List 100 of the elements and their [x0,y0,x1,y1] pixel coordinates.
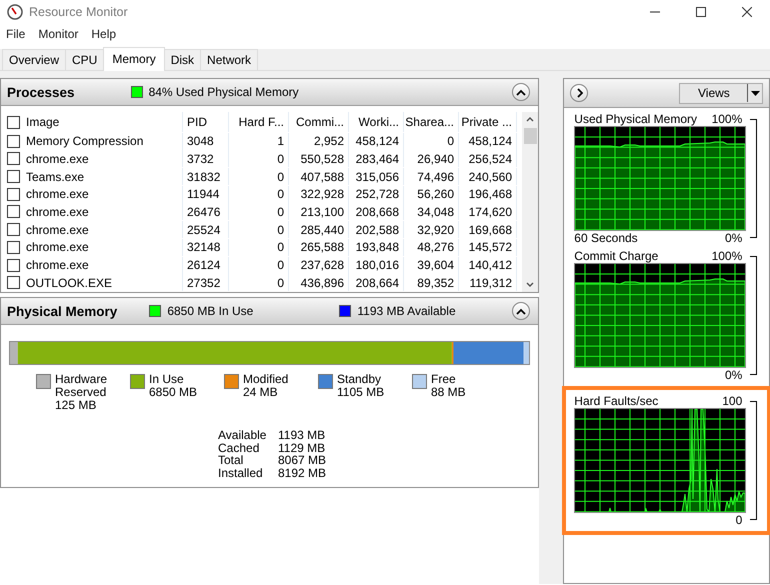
legend-amount: 24 MB [243,386,278,399]
legend-amount: 1105 MB [337,386,384,399]
status-text: 1193 MB Available [357,304,456,318]
table-cell: 0 [229,256,289,274]
table-cell: 407,588 [289,168,349,186]
row-checkbox[interactable] [7,152,20,166]
row-checkbox[interactable] [7,240,20,254]
menu-item[interactable]: Help [91,27,116,41]
legend-label: Hardware Reserved [55,373,108,399]
table-cell: 436,896 [289,274,349,292]
table-cell: chrome.exe [26,204,89,219]
collapse-button[interactable] [512,302,530,320]
axis-max-label: 100 [722,394,742,408]
table-cell: 0 [229,221,289,238]
column-header[interactable]: Sharea... [404,112,459,132]
table-cell: 3732 [183,150,229,168]
panel-title: Processes [7,84,75,100]
table-cell: 0 [229,168,289,186]
table-cell: 48,276 [404,238,459,256]
table-cell: 174,620 [459,203,517,220]
table-cell: 2,952 [289,132,349,150]
row-checkbox[interactable] [7,188,20,201]
table-cell: 550,528 [289,150,349,168]
column-header[interactable]: Image [26,115,60,129]
row-checkbox[interactable] [7,134,20,148]
menu-item[interactable]: File [6,27,26,41]
table-cell: 202,588 [349,221,404,238]
summary-label: Installed [218,466,264,479]
table-cell: 315,056 [349,168,404,186]
expand-button[interactable] [570,84,588,102]
menu-item[interactable]: Monitor [38,27,78,41]
table-cell: OUTLOOK.EXE [26,276,112,290]
row-checkbox[interactable] [7,170,20,184]
table-cell: chrome.exe [26,187,89,202]
axis-min-label: 0% [724,231,742,245]
status-text: 6850 MB In Use [167,304,254,318]
select-all-checkbox[interactable] [7,116,20,128]
table-cell: 32,920 [404,221,459,238]
column-header[interactable]: Hard F... [229,112,289,132]
table-cell: chrome.exe [26,152,89,166]
table-cell: 119,312 [459,274,517,292]
row-checkbox[interactable] [7,205,20,218]
table-cell: 140,412 [459,256,517,274]
row-checkbox[interactable] [7,276,20,290]
table-cell: 458,124 [459,132,517,150]
table-cell: 256,524 [459,150,517,168]
chevron-up-icon [516,88,526,96]
table-cell: 265,588 [289,238,349,256]
collapse-button[interactable] [512,83,530,101]
table-cell: 56,260 [404,186,459,203]
summary-label: Total [218,454,244,466]
scroll-thumb[interactable] [524,128,537,144]
column-header[interactable]: Private ... [459,112,517,132]
graph-title: Hard Faults/sec [574,394,658,408]
table-cell: 31832 [183,168,229,186]
graph-title: Commit Charge [574,249,658,263]
table-cell: 0 [229,150,289,168]
axis-max-label: 100% [712,112,742,126]
table-cell: 0 [229,203,289,220]
table-cell: chrome.exe [26,240,89,254]
axis-min-label: 0% [724,368,742,382]
table-cell: 145,572 [459,238,517,256]
axis-max-label: 100% [712,249,742,263]
table-cell: 34,048 [404,203,459,220]
summary-value: 8192 MB [278,466,328,479]
table-cell: 1 [229,132,289,150]
column-header[interactable]: Commi... [289,112,349,132]
tab[interactable]: Memory [103,47,165,71]
row-checkbox[interactable] [7,223,20,236]
table-cell: 283,464 [349,150,404,168]
tab[interactable]: Overview [2,49,66,70]
window-title: Resource Monitor [29,5,129,19]
table-cell: Memory Compression [26,134,144,148]
table-cell: 27352 [183,274,229,292]
table-cell: 322,928 [289,186,349,203]
table-cell: 208,664 [349,274,404,292]
table-cell: 237,628 [289,256,349,274]
table-cell: 26,940 [404,150,459,168]
table-cell: 11944 [183,186,229,203]
legend-amount: 125 MB [55,399,96,412]
column-header[interactable]: PID [183,112,229,132]
legend-label: In Use [149,373,184,386]
table-cell: chrome.exe [26,258,89,272]
table-cell: 285,440 [289,221,349,238]
table-cell: 89,352 [404,274,459,292]
close-icon[interactable] [742,7,752,17]
views-dropdown[interactable]: Views [679,82,763,104]
tab[interactable]: Network [200,49,258,70]
scrollbar[interactable] [522,112,538,292]
table-cell: 0 [229,186,289,203]
maximize-icon[interactable] [696,7,706,17]
legend-label: Standby [337,373,382,386]
chevron-right-icon [576,88,583,98]
table-cell: 74,496 [404,168,459,186]
table-cell: 26476 [183,203,229,220]
row-checkbox[interactable] [7,258,20,272]
table-cell: 0 [229,238,289,256]
column-header[interactable]: Worki... [349,112,404,132]
chevron-up-icon [516,308,526,314]
table-cell: 458,124 [349,132,404,150]
